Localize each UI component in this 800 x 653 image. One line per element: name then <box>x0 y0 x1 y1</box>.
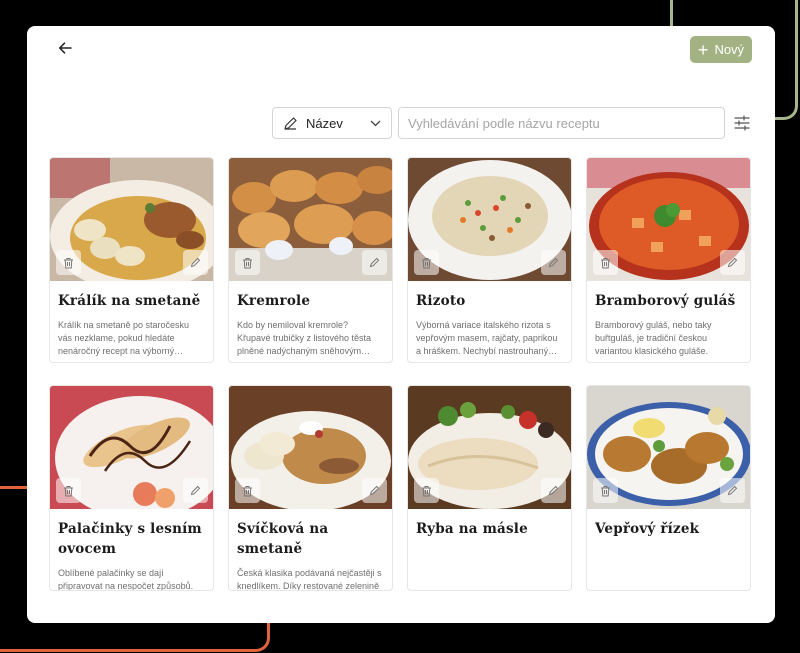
delete-button[interactable] <box>56 250 81 275</box>
delete-button[interactable] <box>56 478 81 503</box>
recipe-description: Výborná variace italského rizota s vepřo… <box>416 320 558 356</box>
edit-button[interactable] <box>362 478 387 503</box>
search-input[interactable] <box>398 107 725 139</box>
filter-settings-button[interactable] <box>733 114 751 132</box>
trash-icon <box>601 257 610 268</box>
trash-icon <box>422 485 431 496</box>
pencil-icon <box>369 485 380 496</box>
back-button[interactable] <box>55 38 75 58</box>
trash-icon <box>64 485 73 496</box>
trash-icon <box>601 485 610 496</box>
recipe-photo <box>229 158 392 281</box>
delete-button[interactable] <box>414 478 439 503</box>
pencil-icon <box>369 257 380 268</box>
recipe-card[interactable]: Palačinky s lesním ovocem Oblíbené palač… <box>49 385 214 591</box>
recipe-title: Ryba na másle <box>416 521 528 537</box>
recipes-panel: + Nový Název Vyhledávání podle názvu rec… <box>27 26 775 623</box>
recipe-grid: Králík na smetaně Králík na smetaně po s… <box>49 157 751 591</box>
trash-icon <box>422 257 431 268</box>
edit-button[interactable] <box>720 478 745 503</box>
recipe-photo <box>408 158 571 281</box>
recipe-title: Palačinky s lesním ovocem <box>58 521 202 557</box>
edit-button[interactable] <box>541 478 566 503</box>
recipe-card[interactable]: Králík na smetaně Králík na smetaně po s… <box>49 157 214 363</box>
recipe-card[interactable]: Svíčková na smetaně Česká klasika podáva… <box>228 385 393 591</box>
recipe-card[interactable]: Rizoto Výborná variace italského rizota … <box>407 157 572 363</box>
pencil-icon <box>727 485 738 496</box>
sliders-icon <box>734 115 750 131</box>
edit-button[interactable] <box>362 250 387 275</box>
filter-selected-value: Název <box>306 115 343 131</box>
recipe-description: Oblíbené palačinky se dají připravovat n… <box>58 568 194 591</box>
delete-button[interactable] <box>414 250 439 275</box>
trash-icon <box>243 257 252 268</box>
recipe-photo <box>587 386 750 509</box>
new-recipe-button[interactable]: + Nový <box>690 36 752 63</box>
recipe-photo <box>50 158 213 281</box>
trash-icon <box>243 485 252 496</box>
recipe-card[interactable]: Ryba na másle <box>407 385 572 591</box>
recipe-photo <box>408 386 571 509</box>
delete-button[interactable] <box>593 478 618 503</box>
pencil-icon <box>190 257 201 268</box>
recipe-photo <box>229 386 392 509</box>
delete-button[interactable] <box>235 478 260 503</box>
pencil-icon <box>190 485 201 496</box>
recipe-description: Kdo by nemiloval kremrole? Křupavé trubi… <box>237 320 372 356</box>
recipe-title: Rizoto <box>416 293 466 309</box>
new-recipe-label: Nový <box>714 42 745 57</box>
recipe-card[interactable]: Kremrole Kdo by nemiloval kremrole? Křup… <box>228 157 393 363</box>
recipe-card[interactable]: Bramborový guláš Bramborový guláš, nebo … <box>586 157 751 363</box>
edit-button[interactable] <box>541 250 566 275</box>
edit-button[interactable] <box>183 478 208 503</box>
plus-icon: + <box>697 39 709 60</box>
chevron-down-icon <box>370 120 381 127</box>
delete-button[interactable] <box>593 250 618 275</box>
filter-field-select[interactable]: Název <box>272 107 392 139</box>
arrow-left-icon <box>58 42 72 54</box>
recipe-description: Bramborový guláš, nebo taky buřtguláš, j… <box>595 320 712 356</box>
recipe-title: Bramborový guláš <box>595 293 736 309</box>
trash-icon <box>64 257 73 268</box>
recipe-description: Králík na smetaně po staročesku vás nezk… <box>58 320 190 356</box>
pencil-icon <box>548 485 559 496</box>
recipe-description: Česká klasika podávaná nejčastěji s kned… <box>237 568 382 591</box>
pencil-icon <box>284 116 297 130</box>
edit-button[interactable] <box>183 250 208 275</box>
recipe-title: Kremrole <box>237 293 311 309</box>
recipe-photo <box>50 386 213 509</box>
recipe-photo <box>587 158 750 281</box>
recipe-card[interactable]: Vepřový řízek <box>586 385 751 591</box>
recipe-title: Králík na smetaně <box>58 293 201 309</box>
recipe-title: Vepřový řízek <box>595 521 700 537</box>
edit-button[interactable] <box>720 250 745 275</box>
pencil-icon <box>548 257 559 268</box>
pencil-icon <box>727 257 738 268</box>
recipe-title: Svíčková na smetaně <box>237 521 329 557</box>
delete-button[interactable] <box>235 250 260 275</box>
